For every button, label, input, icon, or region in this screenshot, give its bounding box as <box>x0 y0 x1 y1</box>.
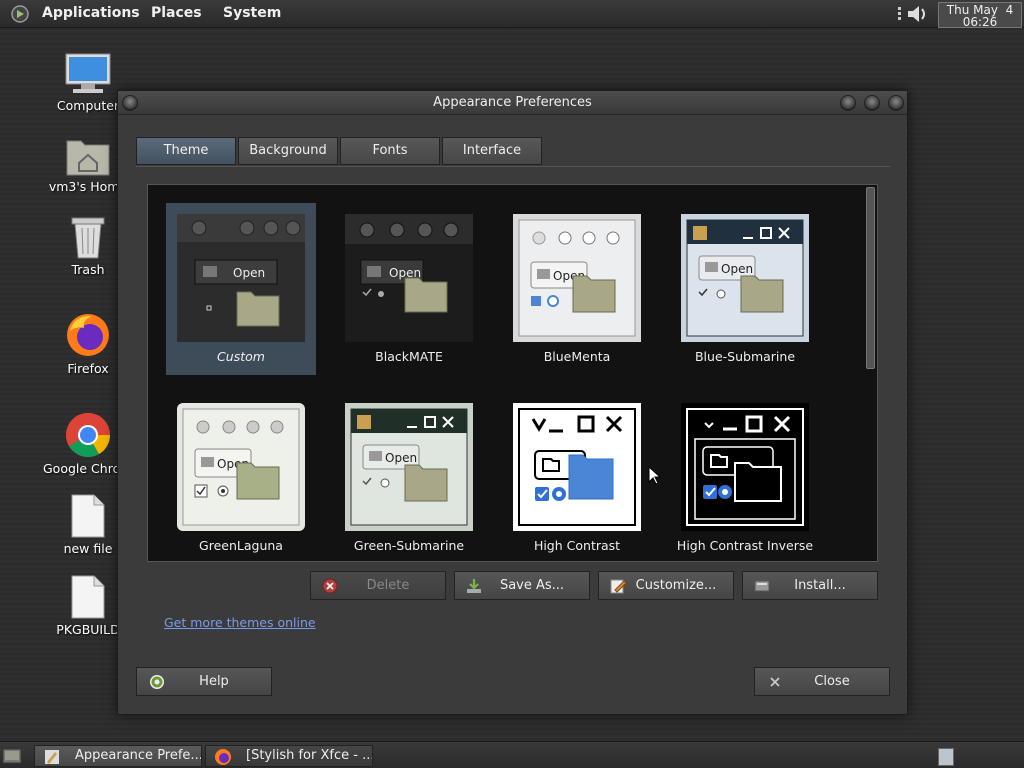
computer-icon <box>65 53 111 93</box>
theme-item-blue-submarine[interactable]: Open Blue-Submarine <box>670 203 820 375</box>
delete-icon <box>322 578 338 594</box>
close-label: Close <box>814 674 850 689</box>
theme-preview-high-contrast <box>513 403 641 531</box>
install-icon <box>754 580 770 592</box>
delete-label: Delete <box>366 578 410 593</box>
close-button[interactable]: Close <box>754 667 890 696</box>
firefox-icon <box>67 314 109 356</box>
thumb-open-label: Open <box>385 451 417 465</box>
theme-preview-bluementa: Open <box>513 214 641 342</box>
show-desktop-icon[interactable] <box>2 746 22 766</box>
taskbar-item-label: Appearance Prefe... <box>75 748 202 763</box>
theme-item-bluementa[interactable]: Open BlueMenta <box>502 203 652 375</box>
tab-divider <box>136 166 890 167</box>
window-title: Appearance Preferences <box>433 95 592 110</box>
close-icon <box>770 677 780 687</box>
theme-item-high-contrast[interactable]: High Contrast <box>502 392 652 561</box>
thumb-open-label: Open <box>233 266 265 280</box>
save-icon <box>467 579 481 593</box>
theme-name: High Contrast Inverse <box>676 538 814 553</box>
theme-preview-blackmate: Open <box>345 214 473 342</box>
help-label: Help <box>199 674 229 689</box>
theme-item-green-submarine[interactable]: Open Green-Submarine <box>334 392 484 561</box>
home-folder-icon <box>66 140 110 176</box>
window-titlebar[interactable]: Appearance Preferences <box>118 91 907 115</box>
theme-name: BlackMATE <box>375 349 443 364</box>
theme-preview-custom: Open <box>177 214 305 342</box>
tab-interface[interactable]: Interface <box>442 137 542 165</box>
theme-preview-green-submarine: Open <box>345 403 473 531</box>
workspace-switcher[interactable] <box>938 748 954 766</box>
appearance-preferences-window: Appearance Preferences Theme Background … <box>117 90 908 715</box>
taskbar-item-label: [Stylish for Xfce - ... <box>246 748 373 763</box>
mate-logo-icon[interactable] <box>10 5 30 23</box>
get-more-themes-link[interactable]: Get more themes online <box>164 615 316 630</box>
theme-item-high-contrast-inverse[interactable]: High Contrast Inverse <box>670 392 820 561</box>
theme-list-scrollbar[interactable] <box>866 187 875 369</box>
menu-places[interactable]: Places <box>151 5 202 21</box>
customize-icon <box>610 579 627 594</box>
theme-name: Blue-Submarine <box>694 349 796 364</box>
delete-button[interactable]: Delete <box>310 571 446 600</box>
appearance-icon <box>45 750 59 764</box>
firefox-icon <box>215 749 231 765</box>
top-panel: Applications Places System Thu May 4 06:… <box>0 0 1024 28</box>
theme-name: Green-Submarine <box>353 538 465 553</box>
help-icon <box>150 675 164 689</box>
taskbar-item-firefox[interactable]: [Stylish for Xfce - ... <box>205 745 373 767</box>
menu-system[interactable]: System <box>223 5 281 21</box>
theme-name: GreenLaguna <box>199 538 283 553</box>
theme-preview-greenlaguna: Open <box>177 403 305 531</box>
install-button[interactable]: Install... <box>742 571 878 600</box>
file-icon <box>71 494 105 538</box>
theme-preview-high-contrast-inverse <box>681 403 809 531</box>
menu-applications[interactable]: Applications <box>42 5 140 21</box>
close-window-icon[interactable] <box>888 95 904 111</box>
theme-name: High Contrast <box>533 538 621 553</box>
clock-time: 06:26 <box>962 15 998 29</box>
file-icon <box>71 575 105 619</box>
customize-button[interactable]: Customize... <box>598 571 734 600</box>
taskbar-item-appearance[interactable]: Appearance Prefe... <box>34 745 202 767</box>
theme-item-greenlaguna[interactable]: Open GreenLaguna <box>166 392 316 561</box>
mouse-cursor-icon <box>648 466 662 485</box>
trash-icon <box>71 217 105 259</box>
volume-icon[interactable] <box>896 3 932 25</box>
bottom-panel: Appearance Prefe... [Stylish for Xfce - … <box>0 741 1024 768</box>
save-as-button[interactable]: Save As... <box>454 571 590 600</box>
clock[interactable]: Thu May 4 06:26 <box>938 2 1022 28</box>
theme-item-custom[interactable]: Open Custom <box>166 203 316 375</box>
theme-name: Custom <box>217 349 265 364</box>
thumb-open-label: Open <box>721 262 753 276</box>
customize-label: Customize... <box>635 578 717 593</box>
tab-background[interactable]: Background <box>238 137 338 165</box>
chrome-icon <box>66 413 110 457</box>
theme-preview-blue-submarine: Open <box>681 214 809 342</box>
maximize-icon[interactable] <box>864 95 880 111</box>
minimize-icon[interactable] <box>840 95 856 111</box>
install-label: Install... <box>794 578 846 593</box>
help-button[interactable]: Help <box>136 667 272 696</box>
theme-item-blackmate[interactable]: Open BlackMATE <box>334 203 484 375</box>
tab-theme[interactable]: Theme <box>136 137 236 165</box>
tab-fonts[interactable]: Fonts <box>340 137 440 165</box>
theme-list: Open Custom Open BlackMATE Open BlueMent… <box>147 184 878 562</box>
theme-name: BlueMenta <box>543 349 611 364</box>
save-as-label: Save As... <box>499 578 565 593</box>
